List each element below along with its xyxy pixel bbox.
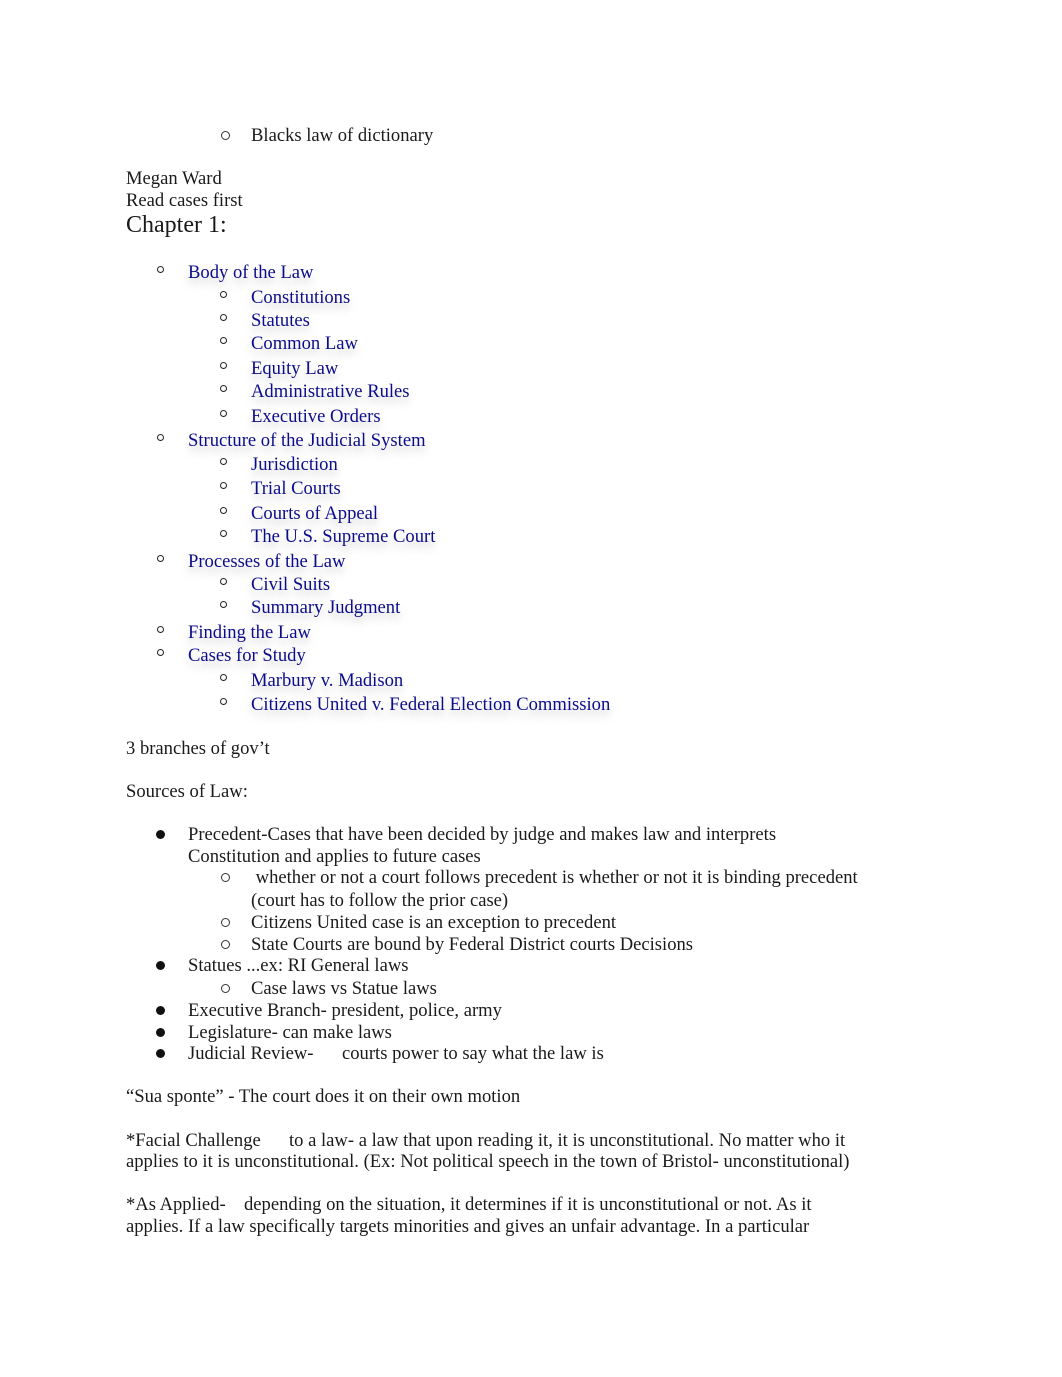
hollow-bullet-icon bbox=[221, 873, 230, 882]
chapter-heading: Chapter 1: bbox=[126, 212, 227, 238]
toc-bullet-icon bbox=[157, 555, 164, 562]
filled-bullet-icon bbox=[156, 961, 165, 970]
toc-link-jurisdiction[interactable]: Jurisdiction bbox=[251, 454, 338, 476]
toc-bullet-icon bbox=[157, 266, 164, 273]
toc-bullet-icon bbox=[220, 530, 227, 537]
hollow-bullet-icon bbox=[221, 131, 230, 140]
author-name: Megan Ward bbox=[126, 168, 222, 189]
toc-link-equity-law[interactable]: Equity Law bbox=[251, 358, 338, 380]
as-applied-line-2: applies. If a law specifically targets m… bbox=[126, 1216, 810, 1237]
hollow-bullet-icon bbox=[221, 984, 230, 993]
toc-link-cases-for-study[interactable]: Cases for Study bbox=[188, 645, 306, 667]
toc-bullet-icon bbox=[220, 385, 227, 392]
precedent-line-1: Precedent-Cases that have been decided b… bbox=[188, 824, 777, 845]
top-list-item: Blacks law of dictionary bbox=[251, 125, 434, 146]
precedent-sub-1-line-2: (court has to follow the prior case) bbox=[251, 890, 509, 911]
precedent-sub-3: State Courts are bound by Federal Distri… bbox=[251, 934, 694, 955]
toc-bullet-icon bbox=[220, 291, 227, 298]
precedent-sub-2: Citizens United case is an exception to … bbox=[251, 912, 617, 933]
filled-bullet-icon bbox=[156, 1028, 165, 1037]
toc-bullet-icon bbox=[220, 482, 227, 489]
toc-link-supreme-court[interactable]: The U.S. Supreme Court bbox=[251, 526, 435, 548]
toc-link-constitutions[interactable]: Constitutions bbox=[251, 287, 350, 309]
executive-item: Executive Branch- president, police, arm… bbox=[188, 1000, 502, 1021]
toc-bullet-icon bbox=[220, 410, 227, 417]
toc-bullet-icon bbox=[220, 698, 227, 705]
toc-bullet-icon bbox=[157, 626, 164, 633]
toc-bullet-icon bbox=[220, 314, 227, 321]
toc-bullet-icon bbox=[220, 458, 227, 465]
judicial-review-definition: courts power to say what the law is bbox=[342, 1043, 604, 1064]
toc-link-body-of-the-law[interactable]: Body of the Law bbox=[188, 262, 313, 284]
document-page: Blacks law of dictionary Megan Ward Read… bbox=[0, 0, 1062, 1377]
toc-link-executive-orders[interactable]: Executive Orders bbox=[251, 406, 381, 428]
toc-link-courts-of-appeal[interactable]: Courts of Appeal bbox=[251, 503, 378, 525]
hollow-bullet-icon bbox=[221, 940, 230, 949]
toc-bullet-icon bbox=[220, 337, 227, 344]
toc-link-summary-judgment[interactable]: Summary Judgment bbox=[251, 597, 400, 619]
toc-bullet-icon bbox=[157, 434, 164, 441]
toc-link-citizens-united[interactable]: Citizens United v. Federal Election Comm… bbox=[251, 694, 610, 716]
toc-link-administrative-rules[interactable]: Administrative Rules bbox=[251, 381, 410, 403]
toc-link-marbury-v-madison[interactable]: Marbury v. Madison bbox=[251, 670, 403, 692]
toc-bullet-icon bbox=[220, 674, 227, 681]
filled-bullet-icon bbox=[156, 830, 165, 839]
toc-bullet-icon bbox=[157, 649, 164, 656]
toc-link-civil-suits[interactable]: Civil Suits bbox=[251, 574, 330, 596]
as-applied-term: *As Applied- bbox=[126, 1194, 226, 1215]
as-applied-line-1: depending on the situation, it determine… bbox=[244, 1194, 812, 1215]
toc-bullet-icon bbox=[220, 362, 227, 369]
filled-bullet-icon bbox=[156, 1006, 165, 1015]
hollow-bullet-icon bbox=[221, 918, 230, 927]
statues-sub: Case laws vs Statue laws bbox=[251, 978, 437, 999]
toc-link-common-law[interactable]: Common Law bbox=[251, 333, 358, 355]
legislature-item: Legislature- can make laws bbox=[188, 1022, 392, 1043]
sources-heading: Sources of Law: bbox=[126, 781, 248, 802]
toc-link-trial-courts[interactable]: Trial Courts bbox=[251, 478, 341, 500]
facial-challenge-line-1: to a law- a law that upon reading it, it… bbox=[289, 1130, 846, 1151]
precedent-line-2: Constitution and applies to future cases bbox=[188, 846, 481, 867]
judicial-review-term: Judicial Review- bbox=[188, 1043, 314, 1064]
statues-item: Statues ...ex: RI General laws bbox=[188, 955, 409, 976]
branches-line: 3 branches of gov’t bbox=[126, 738, 270, 759]
toc-link-processes-of-the-law[interactable]: Processes of the Law bbox=[188, 551, 345, 573]
facial-challenge-term: *Facial Challenge bbox=[126, 1130, 261, 1151]
filled-bullet-icon bbox=[156, 1049, 165, 1058]
toc-link-structure-judicial-system[interactable]: Structure of the Judicial System bbox=[188, 430, 426, 452]
toc-bullet-icon bbox=[220, 507, 227, 514]
toc-link-finding-the-law[interactable]: Finding the Law bbox=[188, 622, 311, 644]
facial-challenge-line-2: applies to it is unconstitutional. (Ex: … bbox=[126, 1151, 850, 1172]
toc-bullet-icon bbox=[220, 578, 227, 585]
precedent-sub-1-line-1: whether or not a court follows precedent… bbox=[251, 867, 858, 888]
toc-link-statutes[interactable]: Statutes bbox=[251, 310, 310, 332]
toc-bullet-icon bbox=[220, 601, 227, 608]
note-line: Read cases first bbox=[126, 190, 243, 211]
sua-sponte-line: “Sua sponte” - The court does it on thei… bbox=[126, 1086, 521, 1107]
